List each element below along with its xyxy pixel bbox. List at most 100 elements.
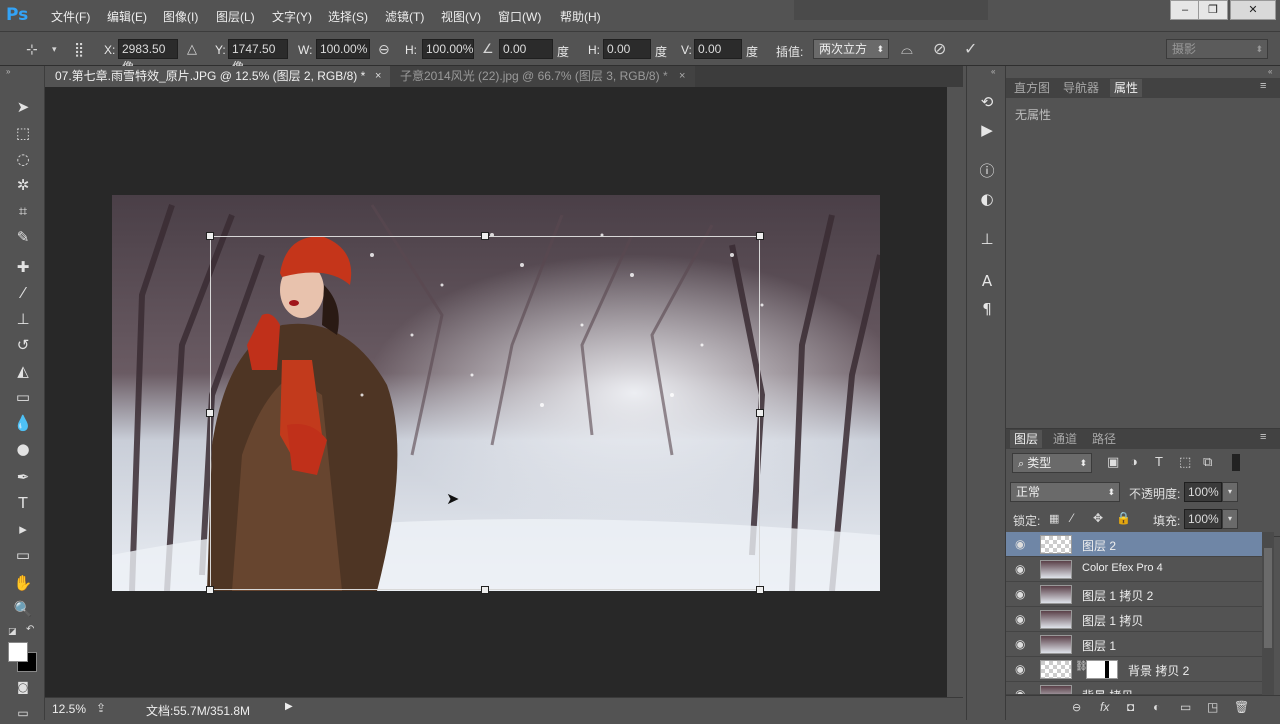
transform-handle[interactable] xyxy=(756,586,764,594)
lock-transparency-icon[interactable]: ▦ xyxy=(1049,512,1059,525)
eraser-tool-icon[interactable]: ◭ xyxy=(12,360,34,382)
commit-transform-icon[interactable]: ✓ xyxy=(964,39,977,59)
layer-style-icon[interactable]: fx xyxy=(1100,700,1109,714)
blur-tool-icon[interactable]: 💧 xyxy=(12,412,34,434)
new-group-icon[interactable]: ▭ xyxy=(1180,700,1191,714)
move-tool-icon[interactable]: ➤ xyxy=(12,96,34,118)
warp-icon[interactable]: ⌓ xyxy=(901,41,913,58)
layer-row-layer1[interactable]: ◉ 图层 1 xyxy=(1006,632,1262,657)
fill-field[interactable]: 100% xyxy=(1184,509,1222,529)
eye-icon[interactable]: ◉ xyxy=(1015,562,1029,576)
tab-navigator[interactable]: 导航器 xyxy=(1059,79,1103,97)
collapse-icon[interactable]: « xyxy=(991,67,995,76)
relative-position-icon[interactable]: △ xyxy=(187,41,197,57)
menu-filter[interactable]: 滤镜(T) xyxy=(385,8,424,25)
eye-icon[interactable]: ◉ xyxy=(1015,637,1029,651)
interpolation-select[interactable]: 两次立方 ⬍ xyxy=(813,39,889,59)
smart-object-filter-icon[interactable]: ⧉ xyxy=(1203,454,1212,470)
menu-edit[interactable]: 编辑(E) xyxy=(107,8,147,25)
shape-tool-icon[interactable]: ▭ xyxy=(12,544,34,566)
transform-handle[interactable] xyxy=(206,586,214,594)
healing-brush-tool-icon[interactable]: ✚ xyxy=(12,256,34,278)
history-panel-icon[interactable]: ⟲ xyxy=(976,91,998,113)
tab-paths[interactable]: 路径 xyxy=(1088,430,1120,448)
vskew-field[interactable]: 0.00 xyxy=(694,39,742,59)
eye-icon[interactable]: ◉ xyxy=(1015,662,1029,676)
type-filter-icon[interactable]: T xyxy=(1155,454,1163,469)
quick-mask-icon[interactable]: ◙ xyxy=(12,676,34,698)
transform-handle[interactable] xyxy=(481,586,489,594)
link-icon[interactable]: ⊖ xyxy=(378,41,390,58)
character-panel-icon[interactable]: A xyxy=(976,270,998,292)
default-colors-icon[interactable]: ◪ xyxy=(8,626,17,637)
x-field[interactable]: 2983.50 像 xyxy=(118,39,178,74)
actions-panel-icon[interactable]: ▶ xyxy=(976,119,998,141)
eye-icon[interactable]: ◉ xyxy=(1015,537,1029,551)
tab-layers[interactable]: 图层 xyxy=(1010,430,1043,448)
screen-mode-icon[interactable]: ▭ xyxy=(12,702,34,724)
height-field[interactable]: 100.00% xyxy=(422,39,474,59)
tab-channels[interactable]: 通道 xyxy=(1049,430,1081,448)
status-menu-arrow-icon[interactable]: ▶ xyxy=(285,701,293,712)
layer-row-bg-copy2[interactable]: ◉ ⛓ 背景 拷贝 2 xyxy=(1006,657,1262,682)
crop-tool-icon[interactable]: ⌗ xyxy=(12,200,34,222)
fill-dropdown-icon[interactable]: ▾ xyxy=(1222,509,1238,529)
layer-mask-thumbnail[interactable] xyxy=(1086,660,1118,679)
zoom-tool-icon[interactable]: 🔍 xyxy=(12,598,34,620)
transform-handle[interactable] xyxy=(206,232,214,240)
tab-close-icon[interactable]: × xyxy=(375,66,381,87)
layer-row-bg-copy[interactable]: ◉ 背景 拷贝 xyxy=(1006,682,1262,695)
lock-position-icon[interactable]: ✥ xyxy=(1093,511,1103,525)
foreground-color-swatch[interactable] xyxy=(8,642,28,662)
type-tool-icon[interactable]: T xyxy=(12,492,34,514)
transform-bounding-box[interactable] xyxy=(210,236,760,590)
preset-dropdown-icon[interactable]: ▾ xyxy=(52,44,57,55)
lasso-tool-icon[interactable]: ◌ xyxy=(12,148,34,170)
pixel-filter-icon[interactable]: ▣ xyxy=(1107,454,1119,470)
tool-presets-icon[interactable]: ⊥ xyxy=(976,228,998,250)
link-layers-icon[interactable]: ⊖ xyxy=(1072,701,1081,714)
angle-field[interactable]: 0.00 xyxy=(499,39,553,59)
zoom-level[interactable]: 12.5% xyxy=(52,702,86,716)
layer-filter-select[interactable]: ⌕ 类型 ⬍ xyxy=(1012,453,1092,473)
new-layer-icon[interactable]: ◳ xyxy=(1207,700,1218,714)
menu-view[interactable]: 视图(V) xyxy=(441,8,481,25)
menu-file[interactable]: 文件(F) xyxy=(51,8,90,25)
eyedropper-tool-icon[interactable]: ✎ xyxy=(12,226,34,248)
opacity-field[interactable]: 100% xyxy=(1184,482,1222,502)
y-field[interactable]: 1747.50 像 xyxy=(228,39,288,74)
workspace-select[interactable]: 摄影 ⬍ xyxy=(1166,39,1268,59)
hand-tool-icon[interactable]: ✋ xyxy=(12,572,34,594)
transform-handle[interactable] xyxy=(206,409,214,417)
paragraph-panel-icon[interactable]: ¶ xyxy=(976,298,998,320)
menu-image[interactable]: 图像(I) xyxy=(163,8,198,25)
scrollbar-thumb[interactable] xyxy=(1264,548,1272,648)
delete-layer-icon[interactable]: 🗑 xyxy=(1234,700,1249,714)
tab-document-1[interactable]: 07.第七章.雨雪特效_原片.JPG @ 12.5% (图层 2, RGB/8)… xyxy=(45,66,390,87)
layers-scrollbar[interactable] xyxy=(1262,532,1274,695)
shape-filter-icon[interactable]: ⬚ xyxy=(1179,454,1191,470)
move-transform-icon[interactable]: ⊹ xyxy=(26,41,38,58)
layer-row-layer1-copy[interactable]: ◉ 图层 1 拷贝 xyxy=(1006,607,1262,632)
gradient-tool-icon[interactable]: ▭ xyxy=(12,386,34,408)
info-panel-icon[interactable]: ⓘ xyxy=(976,160,998,182)
panel-menu-icon[interactable]: ≡ xyxy=(1260,80,1266,92)
transform-handle[interactable] xyxy=(481,232,489,240)
swap-colors-icon[interactable]: ↶ xyxy=(26,624,34,635)
lock-paint-icon[interactable]: ⁄ xyxy=(1071,511,1073,525)
close-button[interactable]: ✕ xyxy=(1230,0,1276,20)
tab-document-2[interactable]: 子意2014风光 (22).jpg @ 66.7% (图层 3, RGB/8) … xyxy=(390,66,695,87)
clone-stamp-tool-icon[interactable]: ⊥ xyxy=(12,308,34,330)
hskew-field[interactable]: 0.00 xyxy=(603,39,651,59)
tab-close-icon[interactable]: × xyxy=(679,66,685,87)
menu-select[interactable]: 选择(S) xyxy=(328,8,368,25)
add-mask-icon[interactable]: ◘ xyxy=(1127,700,1134,714)
tab-properties[interactable]: 属性 xyxy=(1110,79,1143,97)
minimize-button[interactable]: – xyxy=(1170,0,1200,20)
adjustment-layer-icon[interactable]: ◐ xyxy=(1153,700,1160,714)
menu-layer[interactable]: 图层(L) xyxy=(216,8,255,25)
cancel-transform-icon[interactable]: ⊘ xyxy=(933,39,946,59)
layer-row-color-efex[interactable]: ◉ Color Efex Pro 4 xyxy=(1006,557,1262,582)
menu-help[interactable]: 帮助(H) xyxy=(560,8,601,25)
eye-icon[interactable]: ◉ xyxy=(1015,687,1029,694)
